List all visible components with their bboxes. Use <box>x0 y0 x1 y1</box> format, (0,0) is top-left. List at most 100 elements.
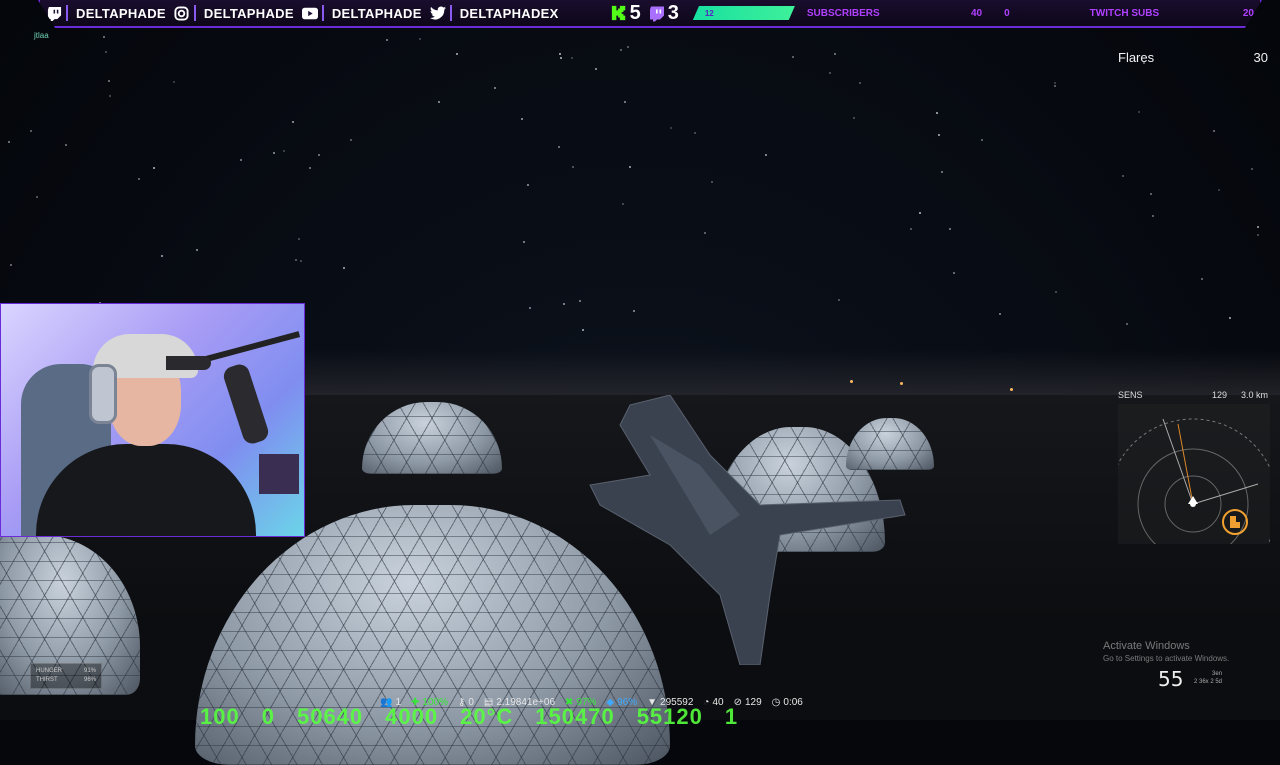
social-instagram[interactable]: DELTAPHADE <box>168 5 296 21</box>
star <box>523 241 525 243</box>
social-twitter[interactable]: DELTAPHADEX <box>424 5 561 21</box>
big-stat: 4000 <box>385 704 439 724</box>
star <box>919 212 921 214</box>
star <box>572 166 574 168</box>
star <box>792 56 794 58</box>
star <box>108 80 110 82</box>
star <box>456 53 458 55</box>
star <box>1257 234 1259 236</box>
star <box>629 166 631 168</box>
star <box>571 57 573 59</box>
star <box>283 150 285 152</box>
star <box>109 95 111 97</box>
speed-sub-line: 2 36x 2 5d <box>1194 679 1223 685</box>
kick-count-value: 5 <box>629 1 641 24</box>
star <box>563 303 565 305</box>
status-value: 129 <box>744 697 762 708</box>
star <box>105 51 107 53</box>
microphone <box>221 361 271 447</box>
twitter-icon <box>429 5 446 21</box>
star <box>694 132 696 134</box>
radar-sens-label: SENS <box>1118 390 1143 400</box>
vital-value: 91% <box>83 668 96 674</box>
cap-bill <box>166 356 211 370</box>
separator <box>193 5 196 21</box>
star <box>419 38 421 40</box>
twitch-subs-goal: 0 TWITCH SUBS 20 <box>1004 5 1260 21</box>
kick-count: 5 <box>611 2 641 25</box>
star <box>529 307 531 309</box>
social-handle: DELTAPHADEX <box>459 5 559 21</box>
social-handle: DELTAPHADE <box>76 5 166 21</box>
star <box>670 127 672 129</box>
subscribers-goal: 12 SUBSCRIBERS 40 <box>692 5 988 21</box>
mini-username: jtlaa <box>34 31 49 40</box>
star <box>981 139 983 141</box>
headphones <box>89 364 117 424</box>
star <box>153 167 155 169</box>
star <box>273 152 275 154</box>
star <box>138 178 140 180</box>
star <box>711 181 713 183</box>
youtube-icon <box>301 5 318 21</box>
twitch-subs-current: 0 <box>1004 7 1010 19</box>
star <box>834 53 836 55</box>
vitals-panel: HUNGER 91% THIRST 96% <box>30 663 102 689</box>
distant-light <box>900 382 903 385</box>
status-clock: ◷ 0:06 <box>772 697 803 708</box>
star <box>1138 111 1140 113</box>
star <box>295 259 297 261</box>
star <box>1218 189 1220 191</box>
star <box>386 39 388 41</box>
star <box>936 112 938 114</box>
distant-light <box>1010 388 1013 391</box>
jet-aircraft <box>589 395 906 665</box>
star <box>161 255 163 257</box>
flares-value: 30 <box>1253 50 1268 65</box>
star <box>1201 278 1203 280</box>
windows-activation-subtitle: Go to Settings to activate Windows. <box>1103 654 1230 663</box>
social-handle: DELTAPHADE <box>331 5 422 21</box>
mic-arm <box>201 331 301 363</box>
speed-sub-line: 3en <box>1212 671 1223 677</box>
subscribers-label: SUBSCRIBERS <box>806 7 880 19</box>
twitch-count-value: 3 <box>667 1 679 24</box>
star <box>8 141 10 143</box>
star <box>240 159 242 161</box>
big-stat: 1 <box>724 704 739 724</box>
star <box>196 249 198 251</box>
star <box>1054 85 1056 87</box>
star <box>1054 82 1056 84</box>
subscribers-goal-value: 40 <box>970 7 983 19</box>
star <box>1055 291 1057 293</box>
star <box>300 260 302 262</box>
star <box>579 300 581 302</box>
radar-range: 3.0 km <box>1240 390 1268 400</box>
clock-icon: ◷ <box>771 697 781 708</box>
star <box>1213 130 1215 132</box>
star <box>560 57 562 59</box>
star <box>949 228 951 230</box>
star <box>1126 323 1128 325</box>
star <box>318 154 320 156</box>
star <box>10 264 12 266</box>
star <box>853 117 855 119</box>
star <box>343 267 345 269</box>
social-youtube[interactable]: DELTAPHADE <box>296 5 424 21</box>
vital-thirst: THIRST 96% <box>36 676 96 685</box>
vital-value: 96% <box>83 677 96 683</box>
twitch-count: 3 <box>649 2 679 25</box>
star <box>953 272 955 274</box>
big-stats-row: 100 0 50640 4000 20°C 150470 55120 1 <box>200 704 738 724</box>
webcam-overlay <box>0 303 305 537</box>
star <box>36 196 38 198</box>
big-stat: 0 <box>261 704 275 724</box>
star <box>829 72 831 74</box>
star <box>1251 168 1253 170</box>
social-twitch[interactable]: DELTAPHADE <box>40 5 168 21</box>
star <box>624 101 626 103</box>
star <box>838 299 840 301</box>
star <box>558 146 560 148</box>
star <box>30 130 32 132</box>
star <box>941 171 943 173</box>
